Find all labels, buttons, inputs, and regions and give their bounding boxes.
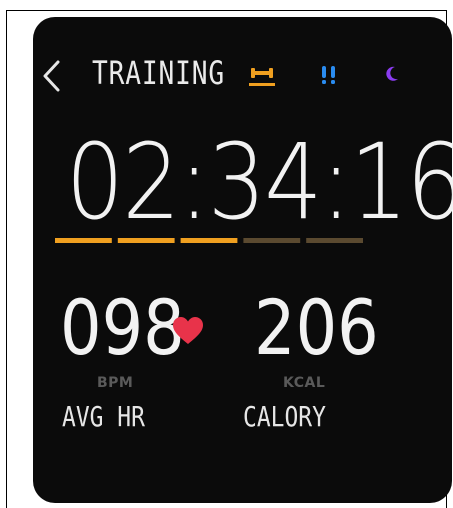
heart-rate-value: 098 bbox=[60, 283, 185, 372]
progress-segment bbox=[306, 238, 363, 243]
calories-label: CALORY bbox=[243, 400, 326, 433]
watch-screen bbox=[69, 37, 453, 508]
progress-segment bbox=[117, 238, 175, 243]
heart-rate-unit: BPM bbox=[97, 375, 134, 391]
frame-border-left bbox=[6, 10, 7, 508]
progress-segment bbox=[55, 238, 112, 243]
frame-border-top bbox=[6, 10, 446, 11]
calories-unit: KCAL bbox=[283, 375, 326, 391]
dumbbell-icon bbox=[249, 68, 275, 86]
page-title: TRAINING bbox=[92, 54, 225, 92]
progress-segment bbox=[243, 238, 301, 243]
back-button[interactable] bbox=[38, 56, 66, 96]
elapsed-timer: 02:34:16 bbox=[65, 121, 453, 243]
mode-walk-button[interactable] bbox=[320, 62, 338, 86]
calories-value: 206 bbox=[254, 283, 379, 372]
footsteps-icon bbox=[322, 66, 335, 84]
heart-icon bbox=[173, 317, 203, 344]
progress-segment bbox=[180, 238, 238, 243]
mode-sleep-button[interactable] bbox=[385, 66, 399, 82]
chevron-left-icon bbox=[43, 60, 60, 92]
progress-bar bbox=[55, 238, 363, 243]
heart-rate-label: AVG HR bbox=[62, 400, 145, 433]
mode-training-button[interactable] bbox=[249, 62, 275, 86]
moon-icon bbox=[386, 66, 398, 81]
